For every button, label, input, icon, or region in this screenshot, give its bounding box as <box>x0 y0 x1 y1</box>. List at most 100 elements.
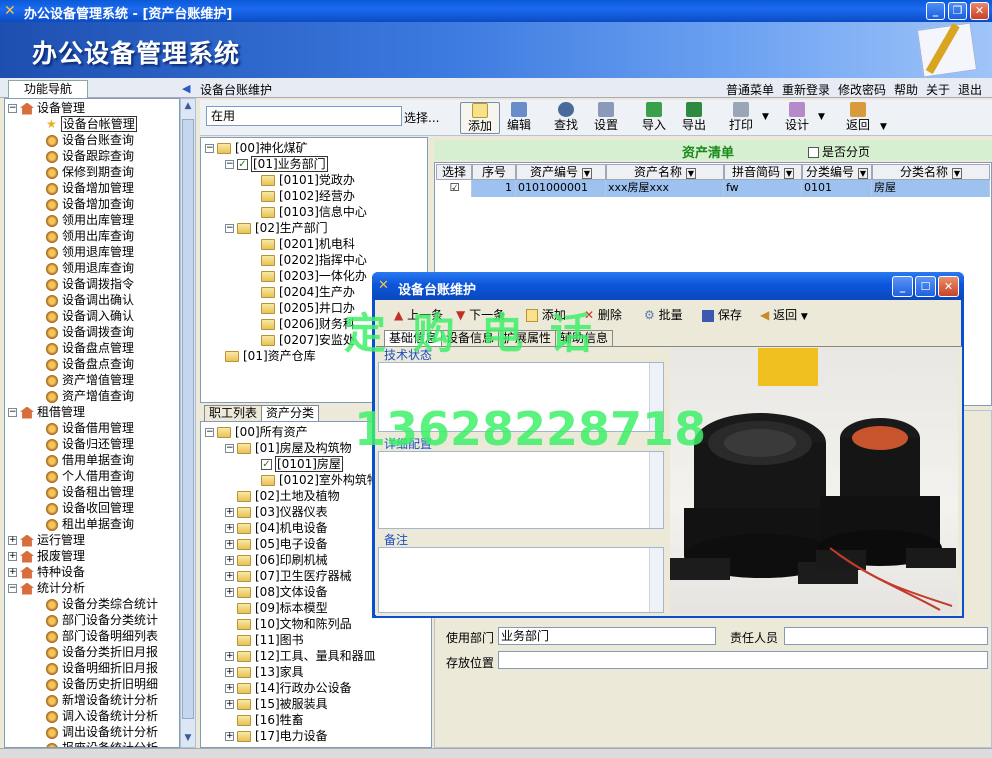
scroll-thumb[interactable] <box>182 119 194 719</box>
expand-toggle-icon[interactable]: − <box>8 104 17 113</box>
back-button[interactable]: 返回 <box>843 102 873 134</box>
settings-button[interactable]: 设置 <box>591 102 621 134</box>
minimize-button[interactable]: _ <box>926 2 945 20</box>
row-index[interactable]: 1 <box>472 180 516 197</box>
expand-toggle-icon[interactable]: + <box>225 700 234 709</box>
org-tree-node[interactable]: [0101]党政办 <box>205 172 427 188</box>
expand-toggle-icon[interactable]: + <box>8 552 17 561</box>
find-button[interactable]: 查找 <box>551 102 581 134</box>
sidebar-item[interactable]: 资产增值查询 <box>8 388 179 404</box>
org-tree-node[interactable]: [0202]指挥中心 <box>205 252 427 268</box>
sidebar-item[interactable]: 调入设备统计分析 <box>8 708 179 724</box>
collapse-toggle-icon[interactable]: − <box>225 160 234 169</box>
print-dropdown-icon[interactable]: ▼ <box>762 112 769 122</box>
sidebar-item[interactable]: 新增设备统计分析 <box>8 692 179 708</box>
export-button[interactable]: 导出 <box>679 102 709 134</box>
sidebar-item[interactable]: 设备明细折旧月报 <box>8 660 179 676</box>
dept-field[interactable]: 业务部门 <box>498 627 716 645</box>
note-textarea[interactable] <box>378 547 664 613</box>
row-class-name[interactable]: 房屋 <box>872 180 990 197</box>
sidebar-group[interactable]: + 特种设备 <box>8 564 179 580</box>
sidebar-group[interactable]: + 报废管理 <box>8 548 179 564</box>
sidebar-item[interactable]: 设备租出管理 <box>8 484 179 500</box>
add-button[interactable]: 添加 <box>460 102 500 134</box>
sidebar-item[interactable]: 租出单据查询 <box>8 516 179 532</box>
save-button[interactable]: 保存 <box>702 306 742 324</box>
expand-toggle-icon[interactable]: + <box>225 684 234 693</box>
sidebar-item[interactable]: 设备增加查询 <box>8 196 179 212</box>
tab-staff-list[interactable]: 职工列表 <box>204 405 263 421</box>
scroll-down-icon[interactable]: ▼ <box>182 733 194 745</box>
menu-relogin[interactable]: 重新登录 <box>782 81 830 98</box>
import-button[interactable]: 导入 <box>639 102 669 134</box>
sidebar-group[interactable]: − 设备管理 <box>8 100 179 116</box>
sidebar-item[interactable]: 设备盘点查询 <box>8 356 179 372</box>
row-pinyin[interactable]: fw <box>724 180 802 197</box>
row-asset-name[interactable]: xxx房屋xxx <box>606 180 724 197</box>
paginate-checkbox[interactable] <box>808 147 819 158</box>
sidebar-item[interactable]: 领用出库管理 <box>8 212 179 228</box>
expand-toggle-icon[interactable]: + <box>8 536 17 545</box>
sidebar-item[interactable]: 调出设备统计分析 <box>8 724 179 740</box>
dialog-maximize-button[interactable]: ☐ <box>915 276 936 297</box>
org-tree-node[interactable]: − [02]生产部门 <box>205 220 427 236</box>
expand-toggle-icon[interactable]: − <box>225 444 234 453</box>
asset-tree-node[interactable]: + [12]工具、量具和器皿 <box>205 648 431 664</box>
maximize-button[interactable]: ❐ <box>948 2 967 20</box>
row-class-no[interactable]: 0101 <box>802 180 872 197</box>
sidebar-item[interactable]: 设备调入确认 <box>8 308 179 324</box>
col-asset-name[interactable]: 资产名称 ▼ <box>606 164 724 180</box>
sidebar-item[interactable]: 设备调拨查询 <box>8 324 179 340</box>
detail-config-textarea[interactable] <box>378 451 664 529</box>
col-class-no[interactable]: 分类编号 ▼ <box>802 164 872 180</box>
org-tree-root[interactable]: − [00]神化煤矿 <box>205 140 427 156</box>
sidebar-item[interactable]: 设备台账查询 <box>8 132 179 148</box>
sidebar-item[interactable]: 设备收回管理 <box>8 500 179 516</box>
dialog-close-button[interactable]: ✕ <box>938 276 959 297</box>
expand-toggle-icon[interactable]: + <box>8 568 17 577</box>
sidebar-group[interactable]: + 运行管理 <box>8 532 179 548</box>
menu-help[interactable]: 帮助 <box>894 81 918 98</box>
sidebar-item[interactable]: 设备盘点管理 <box>8 340 179 356</box>
print-button[interactable]: 打印 <box>726 102 756 134</box>
location-field[interactable] <box>498 651 988 669</box>
status-filter-input[interactable]: 在用 <box>206 106 402 126</box>
asset-tree-node[interactable]: [11]图书 <box>205 632 431 648</box>
sidebar-item[interactable]: ★ 设备台帐管理 <box>8 116 179 132</box>
checked-icon[interactable]: ✓ <box>237 159 248 170</box>
asset-tree-node[interactable]: + [17]电力设备 <box>205 728 431 744</box>
person-field[interactable] <box>784 627 988 645</box>
dialog-back-button[interactable]: ◀ 返回 ▼ <box>760 306 808 324</box>
textarea-scrollbar[interactable] <box>649 548 663 612</box>
edit-button[interactable]: 编辑 <box>504 102 534 134</box>
org-tree-node[interactable]: [0201]机电科 <box>205 236 427 252</box>
col-class-name[interactable]: 分类名称 ▼ <box>872 164 990 180</box>
col-select[interactable]: 选择 <box>436 164 472 180</box>
sidebar-item[interactable]: 设备分类折旧月报 <box>8 644 179 660</box>
sidebar-item[interactable]: 设备归还管理 <box>8 436 179 452</box>
col-asset-no[interactable]: 资产编号 ▼ <box>516 164 606 180</box>
asset-tree-node[interactable]: [16]牲畜 <box>205 712 431 728</box>
row-select-checkbox[interactable]: ☑ <box>436 180 472 197</box>
expand-toggle-icon[interactable]: + <box>225 556 234 565</box>
org-tree-node[interactable]: [0102]经营办 <box>205 188 427 204</box>
expand-toggle-icon[interactable]: + <box>225 732 234 741</box>
sidebar-item[interactable]: 借用单据查询 <box>8 452 179 468</box>
sidebar-item[interactable]: 部门设备分类统计 <box>8 612 179 628</box>
back-dropdown-icon[interactable]: ▼ <box>880 122 887 132</box>
sidebar-item[interactable]: 个人借用查询 <box>8 468 179 484</box>
textarea-scrollbar[interactable] <box>649 452 663 528</box>
design-dropdown-icon[interactable]: ▼ <box>818 112 825 122</box>
sidebar-item[interactable]: 设备调拨指令 <box>8 276 179 292</box>
scroll-up-icon[interactable]: ▲ <box>182 101 194 113</box>
menu-change-password[interactable]: 修改密码 <box>838 81 886 98</box>
expand-toggle-icon[interactable]: + <box>225 652 234 661</box>
back-dropdown-icon[interactable]: ▼ <box>801 312 808 322</box>
collapse-toggle-icon[interactable]: − <box>225 224 234 233</box>
batch-button[interactable]: ⚙ 批量 <box>644 306 683 324</box>
collapse-arrow-icon[interactable]: ◀ <box>182 82 190 95</box>
sidebar-item[interactable]: 报废设备统计分析 <box>8 740 179 747</box>
org-tree-node[interactable]: [0103]信息中心 <box>205 204 427 220</box>
dialog-minimize-button[interactable]: _ <box>892 276 913 297</box>
menu-exit[interactable]: 退出 <box>958 81 982 98</box>
